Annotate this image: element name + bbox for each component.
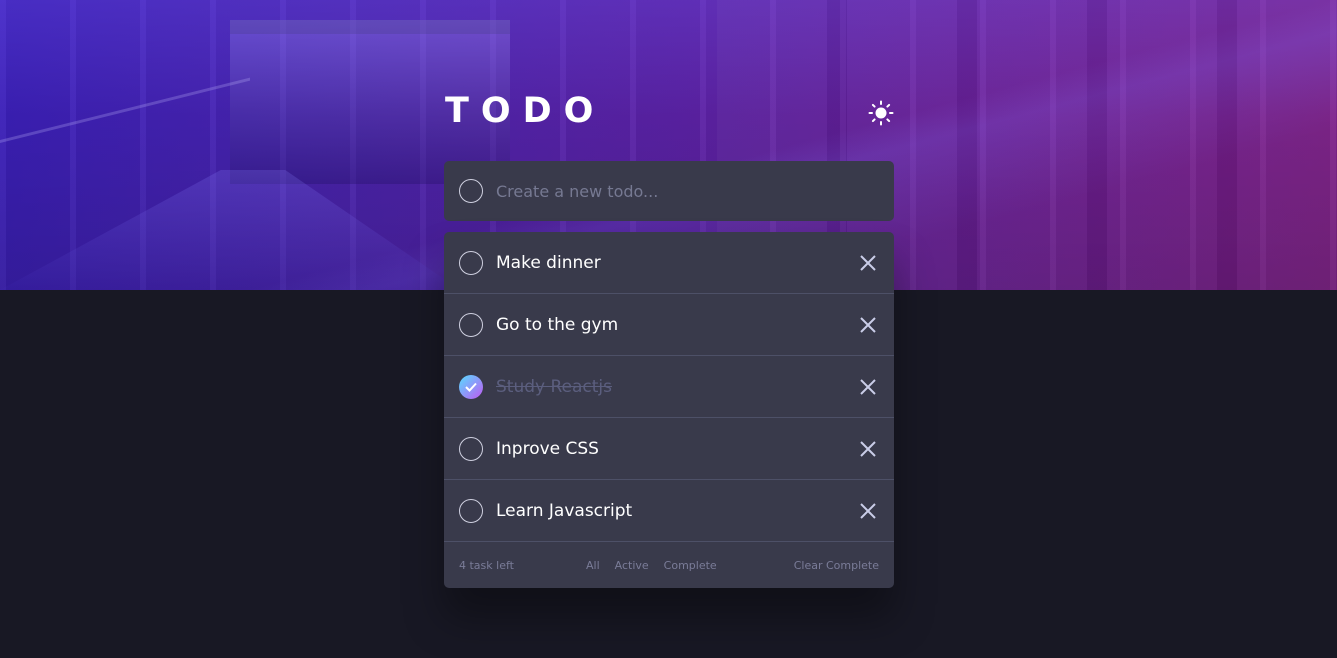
delete-button[interactable] <box>859 316 877 334</box>
delete-button[interactable] <box>859 254 877 272</box>
delete-button[interactable] <box>859 502 877 520</box>
todo-text-completed: Study Reactjs <box>496 376 613 397</box>
todo-text: Go to the gym <box>496 314 619 335</box>
todo-item: Inprove CSS <box>444 418 894 480</box>
filter-active[interactable]: Active <box>615 559 649 572</box>
theme-toggle-button[interactable] <box>868 100 894 126</box>
todo-text: Inprove CSS <box>496 438 599 459</box>
filter-all[interactable]: All <box>586 559 600 572</box>
todo-list: Make dinner Go to the gym Study Reactjs … <box>444 232 894 588</box>
todo-text: Make dinner <box>496 252 601 273</box>
todo-check-circle[interactable] <box>459 436 483 461</box>
new-todo-bar <box>444 161 894 221</box>
close-icon <box>860 254 876 271</box>
app-title: TODO <box>445 91 606 131</box>
todo-check-circle-checked[interactable] <box>459 374 483 399</box>
todo-text: Learn Javascript <box>496 500 633 521</box>
new-todo-check-circle[interactable] <box>459 179 483 203</box>
filter-group: All Active Complete <box>586 559 732 572</box>
close-icon <box>860 378 876 395</box>
close-icon <box>860 502 876 519</box>
todo-footer: 4 task left All Active Complete Clear Co… <box>444 542 894 588</box>
clear-complete-button[interactable]: Clear Complete <box>794 559 879 572</box>
items-left-count: 4 task left <box>459 558 514 572</box>
delete-button[interactable] <box>859 440 877 458</box>
todo-check-circle[interactable] <box>459 250 483 275</box>
todo-item: Make dinner <box>444 232 894 294</box>
new-todo-input[interactable] <box>496 161 876 221</box>
sun-icon <box>868 100 894 126</box>
app-header: TODO <box>444 88 894 138</box>
todo-check-circle[interactable] <box>459 312 483 337</box>
todo-item: Go to the gym <box>444 294 894 356</box>
check-icon <box>465 382 477 392</box>
close-icon <box>860 440 876 457</box>
delete-button[interactable] <box>859 378 877 396</box>
todo-check-circle[interactable] <box>459 498 483 523</box>
close-icon <box>860 316 876 333</box>
todo-item: Study Reactjs <box>444 356 894 418</box>
todo-item: Learn Javascript <box>444 480 894 542</box>
filter-complete[interactable]: Complete <box>664 559 717 572</box>
